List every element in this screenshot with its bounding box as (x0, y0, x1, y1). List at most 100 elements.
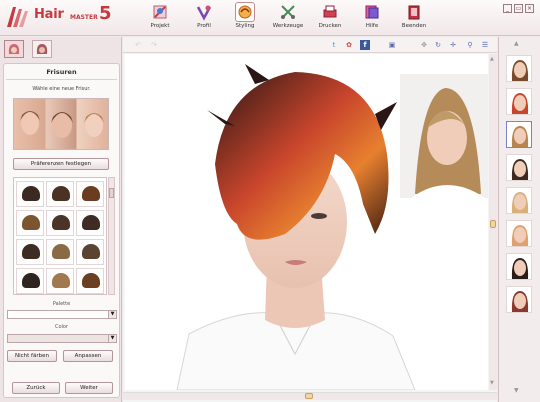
model-face-image (511, 126, 529, 147)
toolbar-werkzeuge[interactable]: Werkzeuge (268, 3, 308, 35)
palette-label: Palette (52, 301, 71, 307)
crosshair-icon[interactable]: ✛ (448, 40, 458, 50)
canvas-vertical-scrollbar[interactable]: ▲ ▼ (489, 54, 497, 390)
hair-color-icon (36, 44, 48, 54)
top-toolbar: Hair MASTER 5 Projekt Profil Styling Wer… (0, 0, 540, 36)
hairstyle-option[interactable] (46, 181, 74, 207)
undo-icon[interactable]: ↶ (133, 40, 143, 50)
color-dropdown[interactable]: ▼ (7, 334, 117, 343)
toolbar-styling[interactable]: Styling (225, 2, 265, 35)
minimize-button[interactable]: _ (503, 4, 512, 13)
redo-icon[interactable]: ↷ (149, 40, 159, 50)
panel-title: Frisuren (46, 68, 77, 76)
toolbar-label: Styling (235, 23, 255, 29)
scrollbar-thumb[interactable] (305, 393, 313, 399)
preferences-button[interactable]: Präferenzen festlegen (13, 158, 109, 170)
scroll-down-icon[interactable]: ▼ (514, 387, 519, 394)
palette-dropdown[interactable]: ▼ (7, 310, 117, 319)
toolbar-beenden[interactable]: Beenden (394, 3, 434, 35)
model-face-image (511, 159, 529, 180)
back-button[interactable]: Zurück (12, 382, 60, 394)
toolbar-drucken[interactable]: Drucken (310, 3, 350, 35)
rotate-icon[interactable]: ↻ (433, 40, 443, 50)
wig-icon (82, 215, 100, 230)
hairstyle-option[interactable] (46, 268, 74, 294)
wig-icon (52, 273, 70, 288)
hairstyle-option[interactable] (76, 268, 104, 294)
move-icon[interactable]: ✥ (419, 40, 429, 50)
wig-icon (82, 273, 100, 288)
hair-icon (8, 44, 20, 54)
canvas-horizontal-scrollbar[interactable] (123, 392, 497, 400)
wig-icon (82, 244, 100, 259)
left-panel: Frisuren Wähle eine neue Frisur. Präfere… (0, 37, 122, 402)
scrollbar-thumb[interactable] (109, 188, 114, 198)
next-button[interactable]: Weiter (65, 382, 113, 394)
styling-icon (235, 2, 255, 22)
zoom-icon[interactable]: ⚲ (465, 40, 475, 50)
model-thumbnail[interactable] (506, 253, 532, 280)
model-face-image (511, 192, 529, 213)
werkzeuge-icon (281, 5, 295, 19)
profil-icon (196, 5, 212, 21)
wig-icon (52, 215, 70, 230)
model-thumbnail[interactable] (506, 88, 532, 115)
photo-canvas[interactable] (125, 54, 488, 390)
hairstyle-option[interactable] (76, 239, 104, 265)
model-face-image (511, 60, 529, 81)
model-thumbnail[interactable] (506, 121, 532, 148)
toolbar-label: Projekt (150, 23, 170, 29)
wig-icon (22, 186, 40, 201)
menu-icon[interactable]: ☰ (480, 40, 490, 50)
scroll-down-icon[interactable]: ▼ (490, 380, 494, 386)
hairstyle-option[interactable] (46, 239, 74, 265)
toolbar-hilfe[interactable]: Hilfe (352, 3, 392, 35)
projekt-icon (153, 5, 167, 19)
toolbar-label: Hilfe (365, 23, 379, 29)
toolbar-projekt[interactable]: Projekt (140, 3, 180, 35)
model-face-image (511, 258, 529, 279)
chevron-down-icon[interactable]: ▼ (108, 310, 117, 319)
scroll-up-icon[interactable]: ▲ (514, 40, 519, 47)
hairstyle-option[interactable] (16, 210, 44, 236)
model-thumbnail[interactable] (506, 55, 532, 82)
close-button[interactable]: × (525, 4, 534, 13)
canvas-toolbar: ↶ ↷ t ✿ f ▣ ✥ ↻ ✛ ⚲ ☰ (123, 37, 497, 53)
hairstyle-option[interactable] (76, 181, 104, 207)
logo-master-text: MASTER (70, 14, 98, 21)
hairstyle-grid-scrollbar[interactable] (108, 177, 115, 295)
toolbar-label: Beenden (401, 23, 427, 29)
model-thumbnail[interactable] (506, 187, 532, 214)
hairstyle-option[interactable] (76, 210, 104, 236)
tab-haarfarbe[interactable] (32, 40, 52, 58)
tab-frisuren[interactable] (4, 40, 24, 58)
scrollbar-thumb[interactable] (490, 220, 496, 228)
hairstyle-option[interactable] (16, 268, 44, 294)
share-icon[interactable]: ✿ (344, 40, 354, 50)
hairstyle-option[interactable] (16, 239, 44, 265)
model-thumbnail[interactable] (506, 286, 532, 313)
panel-subtitle: Wähle eine neue Frisur. (32, 86, 91, 92)
main-workspace: ↶ ↷ t ✿ f ▣ ✥ ↻ ✛ ⚲ ☰ ▲ ▼ (123, 37, 497, 402)
model-face-image (511, 93, 529, 114)
adjust-button[interactable]: Anpassen (63, 350, 113, 362)
toolbar-label: Profil (197, 23, 211, 29)
right-panel: ▲ ▼ (498, 37, 540, 402)
chevron-down-icon[interactable]: ▼ (108, 334, 117, 343)
photo-icon[interactable]: ▣ (387, 40, 397, 50)
wig-icon (52, 244, 70, 259)
drucken-icon (323, 5, 337, 18)
app-logo: Hair MASTER 5 (4, 3, 116, 29)
hairstyle-option[interactable] (46, 210, 74, 236)
not-color-button[interactable]: Nicht färben (7, 350, 57, 362)
restore-button[interactable]: ▭ (514, 4, 523, 13)
toolbar-profil[interactable]: Profil (184, 3, 224, 35)
twitter-icon[interactable]: t (329, 40, 339, 50)
scroll-up-icon[interactable]: ▲ (490, 56, 494, 62)
model-thumbnail[interactable] (506, 220, 532, 247)
wig-icon (22, 273, 40, 288)
hairstyle-option[interactable] (16, 181, 44, 207)
model-thumbnail[interactable] (506, 154, 532, 181)
facebook-icon[interactable]: f (360, 40, 370, 50)
window-controls: _ ▭ × (501, 4, 534, 13)
